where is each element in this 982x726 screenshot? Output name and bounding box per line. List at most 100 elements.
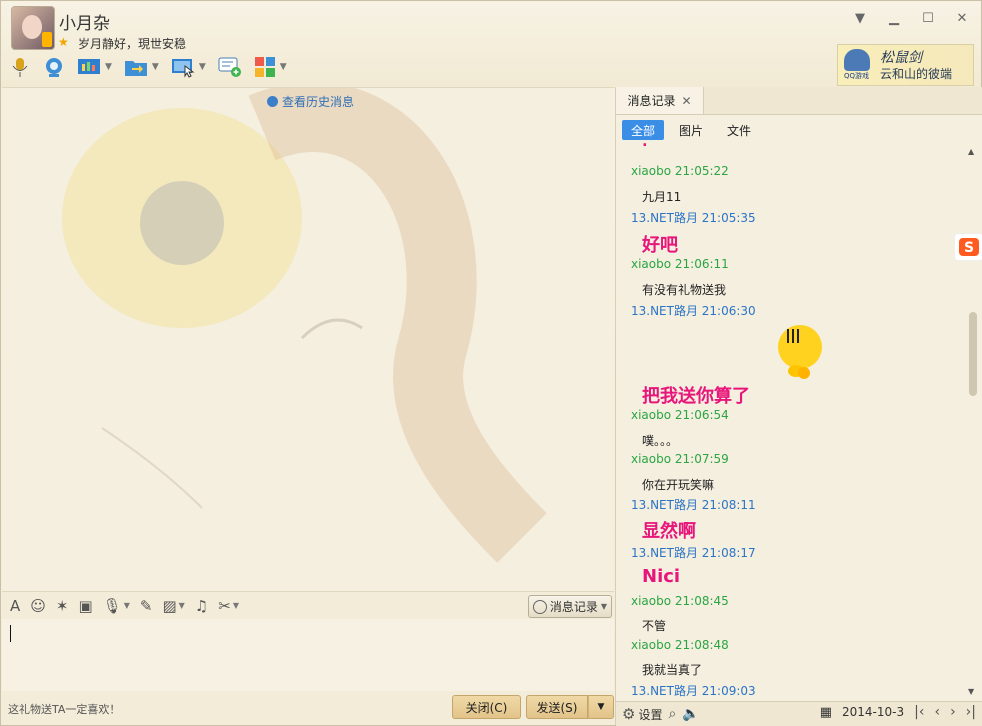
message-header: xiaobo 21:07:59	[631, 452, 729, 466]
header: 小月杂 ★ 岁月静好，現世安稳 ▼ ▁ ☐ ✕ ▼ ▼ ▼ ▼ QQ游戏 松鼠剑…	[1, 1, 981, 87]
chevron-down-icon: ▼	[600, 602, 607, 611]
first-page-icon[interactable]: |‹	[914, 704, 924, 720]
music-icon[interactable]: ♫	[195, 597, 208, 615]
image-icon[interactable]: ▨	[162, 597, 176, 615]
sogou-input-icon[interactable]: S	[954, 233, 982, 261]
microphone-icon	[12, 58, 28, 77]
apps-button[interactable]: ▼	[254, 56, 287, 78]
speaker-icon[interactable]: 🔈	[682, 706, 699, 722]
chevron-down-icon[interactable]: ▼	[152, 62, 159, 72]
chat-toolbar: ▼ ▼ ▼ ▼	[9, 56, 287, 78]
message-text: 九月11	[642, 190, 682, 204]
gear-icon: ⚙	[622, 705, 636, 723]
message-header: 13.NET路月 21:08:17	[631, 546, 756, 560]
scroll-thumb[interactable]	[969, 312, 977, 396]
text-caret	[10, 625, 11, 642]
history-footer: ⚙ 设置 ⌕ 🔈 ▦ 2014-10-3 |‹ ‹ › ›|	[616, 701, 982, 726]
history-panel: 消息记录 ✕ 全部 图片 文件 : xiaobo 21:05:22 九月11 1…	[615, 87, 982, 726]
close-window-button[interactable]: ✕	[953, 9, 971, 27]
message-text: 你在开玩笑嘛	[642, 478, 715, 492]
last-page-icon[interactable]: ›|	[966, 704, 976, 720]
voice-message-icon[interactable]: 🎙	[103, 597, 122, 615]
skin-dropdown-icon[interactable]: ▼	[851, 9, 869, 27]
message-text: 噗。。。	[642, 434, 679, 448]
ad-brand: QQ游戏	[844, 72, 870, 80]
search-icon[interactable]: ⌕	[668, 706, 676, 722]
background-illustration	[62, 88, 547, 563]
settings-label: 设置	[638, 707, 663, 722]
view-history-link[interactable]: 查看历史消息	[267, 93, 354, 110]
chevron-down-icon[interactable]: ▼	[199, 62, 206, 72]
chevron-down-icon[interactable]: ▼	[105, 62, 112, 72]
message-text: Nici	[642, 566, 681, 587]
message-log-button[interactable]: 消息记录 ▼	[527, 595, 612, 618]
send-button[interactable]: 发送(S)	[526, 695, 588, 719]
message-header: xiaobo 21:08:45	[631, 594, 729, 608]
ad-title-line1: 松鼠剑	[880, 50, 922, 66]
clock-icon	[532, 599, 547, 614]
send-file-button[interactable]: ▼	[124, 56, 159, 78]
chevron-down-icon[interactable]: ▼	[179, 601, 185, 610]
doodle-icon[interactable]: ✎	[140, 597, 153, 615]
message-header: xiaobo 21:06:54	[631, 408, 729, 422]
chat-window: 小月杂 ★ 岁月静好，現世安稳 ▼ ▁ ☐ ✕ ▼ ▼ ▼ ▼ QQ游戏 松鼠剑…	[0, 0, 982, 726]
input-toolbar: A ☺ ✶ ▣ 🎙 ▼ ✎ ▨ ▼ ♫ ✂ ▼ 消息记录 ▼	[2, 591, 614, 619]
new-discussion-button[interactable]	[218, 56, 242, 78]
chevron-down-icon[interactable]: ▼	[124, 601, 130, 610]
message-log-label: 消息记录	[549, 600, 598, 614]
filter-files[interactable]: 文件	[718, 120, 760, 140]
scroll-down-icon[interactable]: ▼	[968, 687, 974, 696]
scissors-icon[interactable]: ✂	[218, 597, 231, 615]
filter-images[interactable]: 图片	[670, 120, 712, 140]
filter-all[interactable]: 全部	[622, 120, 665, 140]
screenshot-button[interactable]: ▼	[171, 56, 206, 78]
date-navigation: ▦ 2014-10-3 |‹ ‹ › ›|	[820, 704, 976, 720]
magic-expression-icon[interactable]: ▣	[78, 597, 92, 615]
message-text: 把我送你算了	[642, 386, 750, 407]
next-page-icon[interactable]: ›	[950, 704, 956, 720]
folder-send-icon	[124, 61, 147, 76]
history-date[interactable]: 2014-10-3	[842, 705, 904, 719]
chat-message-area[interactable]: 查看历史消息	[2, 87, 614, 592]
video-call-button[interactable]	[43, 56, 65, 78]
history-scrollbar[interactable]: ▲ ▼	[968, 147, 978, 697]
screen-share-icon	[78, 59, 100, 74]
contact-name: 小月杂	[59, 14, 110, 34]
contact-avatar[interactable]	[11, 6, 55, 50]
tab-message-log[interactable]: 消息记录 ✕	[616, 87, 704, 114]
mobile-online-icon	[42, 32, 52, 47]
clock-icon	[267, 96, 278, 107]
emoji-icon[interactable]: ☺	[30, 597, 46, 615]
close-icon[interactable]: ✕	[681, 94, 691, 108]
close-button[interactable]: 关闭(C)	[452, 695, 521, 719]
chevron-down-icon[interactable]: ▼	[233, 601, 239, 610]
message-text: 好吧	[642, 235, 678, 256]
history-message-list[interactable]: : xiaobo 21:05:22 九月11 13.NET路月 21:05:35…	[616, 142, 968, 697]
calendar-icon[interactable]: ▦	[820, 705, 832, 720]
minimize-button[interactable]: ▁	[885, 9, 903, 27]
shake-icon[interactable]: ✶	[56, 597, 69, 615]
scroll-up-icon[interactable]: ▲	[968, 147, 974, 156]
history-tabbar: 消息记录 ✕	[616, 87, 982, 115]
message-input[interactable]	[2, 619, 614, 691]
message-header: 13.NET路月 21:09:03	[631, 684, 756, 697]
settings-button[interactable]: ⚙ 设置	[622, 705, 662, 723]
voice-call-button[interactable]	[9, 56, 31, 78]
remote-assist-button[interactable]: ▼	[77, 56, 112, 78]
chat-add-icon	[218, 57, 241, 77]
view-history-label: 查看历史消息	[282, 95, 355, 109]
gift-ad-text[interactable]: 这礼物送TA一定喜欢！	[8, 701, 120, 717]
chevron-down-icon[interactable]: ▼	[280, 62, 287, 72]
game-ad-banner[interactable]: QQ游戏 松鼠剑 云和山的彼端	[837, 44, 974, 86]
message-text: 显然啊	[642, 521, 696, 542]
laughing-face-emoji-icon	[778, 325, 822, 379]
send-options-button[interactable]: ▼	[588, 695, 614, 719]
font-icon[interactable]: A	[10, 597, 20, 615]
previous-page-icon[interactable]: ‹	[934, 704, 940, 720]
message-text: 我就当真了	[642, 663, 703, 677]
apps-grid-icon	[254, 57, 275, 77]
truncated-message: :	[642, 142, 648, 150]
monitor-icon	[171, 59, 195, 78]
chat-footer: 这礼物送TA一定喜欢！ 关闭(C) 发送(S) ▼	[2, 691, 614, 725]
maximize-button[interactable]: ☐	[919, 9, 937, 27]
